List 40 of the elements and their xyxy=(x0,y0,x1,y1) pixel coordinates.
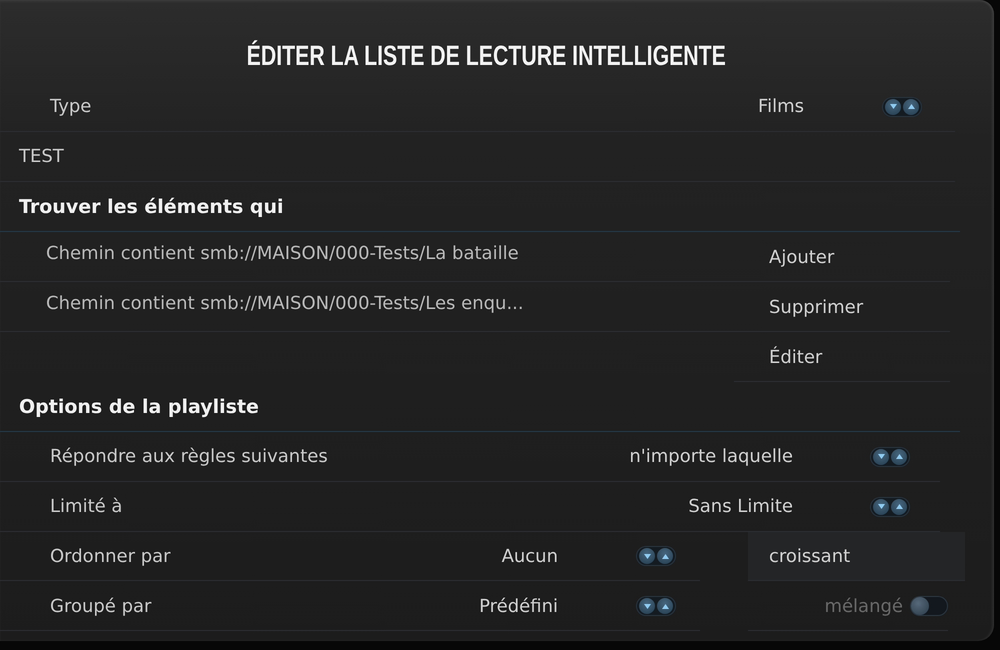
action-button[interactable]: Ajouter xyxy=(734,232,950,282)
up-triangle-icon xyxy=(896,504,902,509)
up-triangle-icon xyxy=(908,104,914,109)
decrease-button[interactable] xyxy=(885,98,901,114)
setting-label: Répondre aux règles suivantes xyxy=(50,446,329,467)
setting-value: Aucun xyxy=(502,546,558,566)
action-button[interactable]: Éditer xyxy=(734,332,950,382)
section-heading: Options de la playliste xyxy=(19,396,259,418)
setting-value: Prédéfini xyxy=(479,596,558,616)
name-field[interactable]: TEST xyxy=(19,146,64,167)
up-triangle-icon xyxy=(662,604,668,608)
action-button[interactable]: Supprimer xyxy=(734,282,950,332)
increase-button[interactable] xyxy=(903,98,919,114)
decrease-button[interactable] xyxy=(873,498,889,514)
up-triangle-icon xyxy=(662,554,668,558)
down-triangle-icon xyxy=(878,504,884,509)
rule-item[interactable]: Chemin contient smb://MAISON/000-Tests/La bataille xyxy=(0,232,734,282)
section-heading: Trouver les éléments qui xyxy=(19,196,284,218)
decrease-button[interactable] xyxy=(639,548,655,564)
setting-value: Films xyxy=(758,96,804,117)
down-triangle-icon xyxy=(644,604,650,608)
up-triangle-icon xyxy=(896,454,902,459)
increase-button[interactable] xyxy=(657,548,673,564)
down-triangle-icon xyxy=(878,454,884,459)
setting-label: Limité à xyxy=(50,496,124,517)
setting-label: Groupé par xyxy=(50,596,152,616)
setting-value: Sans Limite xyxy=(688,496,793,517)
rule-item[interactable]: Chemin contient smb://MAISON/000-Tests/Les enqu... xyxy=(0,282,734,332)
setting-label: Type xyxy=(50,96,92,117)
down-triangle-icon xyxy=(890,104,896,109)
increase-button[interactable] xyxy=(657,598,673,614)
increase-button[interactable] xyxy=(891,498,907,514)
setting-value: n'importe laquelle xyxy=(629,446,793,467)
down-triangle-icon xyxy=(644,554,650,558)
dialog-title: ÉDITER LA LISTE DE LECTURE INTELLIGENTE xyxy=(246,40,726,72)
sort-order-button[interactable]: croissant xyxy=(748,532,965,581)
setting-label: Ordonner par xyxy=(50,546,172,566)
increase-button[interactable] xyxy=(891,448,907,464)
decrease-button[interactable] xyxy=(873,448,889,464)
decrease-button[interactable] xyxy=(639,598,655,614)
